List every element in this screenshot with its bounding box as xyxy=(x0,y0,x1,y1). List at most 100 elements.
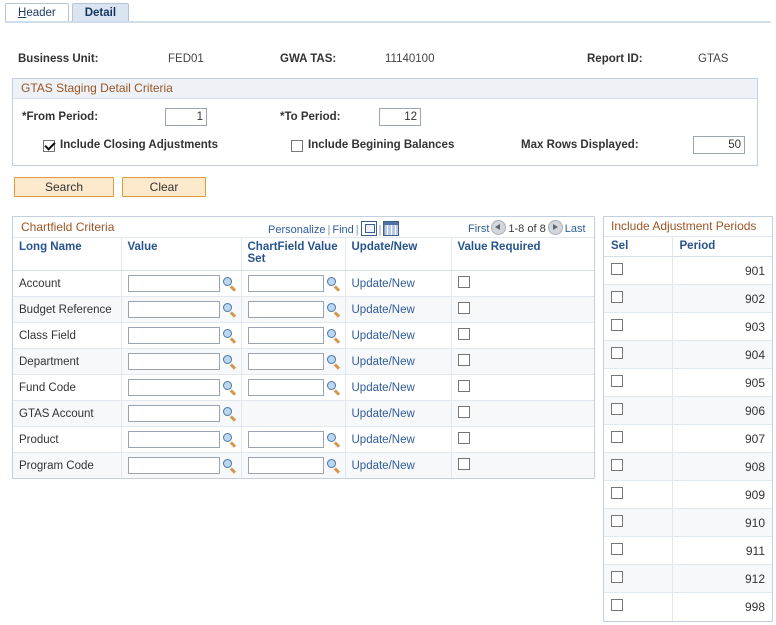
lookup-icon[interactable] xyxy=(222,380,237,395)
cell-value xyxy=(121,296,242,323)
period-select-checkbox[interactable] xyxy=(611,515,623,527)
value-set-input[interactable] xyxy=(247,353,324,370)
period-select-checkbox[interactable] xyxy=(611,599,623,612)
update-new-link[interactable]: Update/New xyxy=(352,356,415,368)
lookup-icon[interactable] xyxy=(326,354,341,369)
gwa-tas-value: 11140100 xyxy=(385,53,435,65)
prev-arrow-icon[interactable] xyxy=(491,220,507,235)
value-input[interactable] xyxy=(127,275,220,292)
value-set-input[interactable] xyxy=(247,457,324,474)
include-closing-adjustments-checkbox[interactable] xyxy=(43,140,55,152)
personalize-link[interactable]: Personalize xyxy=(268,224,325,236)
last-link[interactable]: Last xyxy=(565,223,586,235)
value-required-checkbox[interactable] xyxy=(457,432,470,444)
col-chartfield-value-set: ChartField Value Set xyxy=(241,238,346,271)
update-new-link[interactable]: Update/New xyxy=(352,408,415,420)
download-grid-icon[interactable] xyxy=(383,221,400,236)
list-item: 903 xyxy=(604,312,772,341)
period-select-checkbox[interactable] xyxy=(611,403,623,415)
value-required-checkbox[interactable] xyxy=(457,406,470,418)
period-select-checkbox[interactable] xyxy=(611,459,623,471)
value-required-checkbox[interactable] xyxy=(457,276,470,288)
value-set-input[interactable] xyxy=(247,327,324,344)
cell-update-new: Update/New xyxy=(345,400,452,427)
period-select-checkbox[interactable] xyxy=(611,291,623,303)
cell-value xyxy=(121,322,242,349)
value-set-input[interactable] xyxy=(247,431,324,448)
list-item: 998 xyxy=(604,592,772,621)
value-input[interactable] xyxy=(127,405,220,422)
value-input[interactable] xyxy=(127,327,220,344)
update-new-link[interactable]: Update/New xyxy=(352,278,415,290)
cell-long-name: Fund Code xyxy=(13,374,122,401)
period-select-checkbox[interactable] xyxy=(611,431,623,443)
lookup-icon[interactable] xyxy=(326,380,341,395)
period-select-checkbox[interactable] xyxy=(611,543,623,555)
value-required-checkbox[interactable] xyxy=(457,380,470,392)
lookup-icon[interactable] xyxy=(326,432,341,447)
tab-header[interactable]: Header xyxy=(5,3,69,22)
value-set-input[interactable] xyxy=(247,301,324,318)
update-new-link[interactable]: Update/New xyxy=(352,434,415,446)
cell-value-required xyxy=(451,374,594,401)
period-select-checkbox[interactable] xyxy=(611,571,623,583)
to-period-label: *To Period: xyxy=(280,111,341,123)
next-arrow-icon[interactable] xyxy=(547,220,563,235)
lookup-icon[interactable] xyxy=(222,328,237,343)
period-select-checkbox[interactable] xyxy=(611,263,623,275)
period-select-checkbox[interactable] xyxy=(611,375,623,387)
lookup-icon[interactable] xyxy=(222,406,237,421)
value-input[interactable] xyxy=(127,379,220,396)
value-required-checkbox[interactable] xyxy=(457,354,470,366)
value-input[interactable] xyxy=(127,353,220,370)
lookup-icon[interactable] xyxy=(326,458,341,473)
lookup-icon[interactable] xyxy=(222,432,237,447)
period-select-checkbox[interactable] xyxy=(611,319,623,331)
cell-sel xyxy=(604,312,673,341)
lookup-icon[interactable] xyxy=(222,458,237,473)
tab-detail[interactable]: Detail xyxy=(71,3,130,22)
cell-value-required xyxy=(451,270,594,297)
list-item: 910 xyxy=(604,508,772,537)
find-link[interactable]: Find xyxy=(332,224,353,236)
cell-sel xyxy=(604,368,673,397)
lookup-icon[interactable] xyxy=(222,302,237,317)
value-required-checkbox[interactable] xyxy=(457,302,470,314)
col-long-name: Long Name xyxy=(13,238,122,271)
col-sel: Sel xyxy=(604,237,673,257)
tab-underline-rule xyxy=(5,21,771,23)
update-new-link[interactable]: Update/New xyxy=(352,304,415,316)
cell-update-new: Update/New xyxy=(345,348,452,375)
period-select-checkbox[interactable] xyxy=(611,487,623,499)
first-link[interactable]: First xyxy=(468,223,489,235)
lookup-icon[interactable] xyxy=(222,276,237,291)
table-row: Product Update/New xyxy=(13,426,594,453)
lookup-icon[interactable] xyxy=(326,276,341,291)
search-button[interactable]: Search xyxy=(14,177,114,197)
lookup-icon[interactable] xyxy=(326,328,341,343)
value-input[interactable] xyxy=(127,301,220,318)
lookup-icon[interactable] xyxy=(326,302,341,317)
include-closing-adjustments-label: Include Closing Adjustments xyxy=(60,139,219,151)
expand-icon[interactable] xyxy=(360,221,377,236)
lookup-icon[interactable] xyxy=(222,354,237,369)
max-rows-displayed-input[interactable] xyxy=(693,136,745,154)
adjustment-periods-title: Include Adjustment Periods xyxy=(611,219,757,233)
clear-button[interactable]: Clear xyxy=(122,177,206,197)
value-required-checkbox[interactable] xyxy=(457,458,470,470)
update-new-link[interactable]: Update/New xyxy=(352,330,415,342)
value-input[interactable] xyxy=(127,431,220,448)
update-new-link[interactable]: Update/New xyxy=(352,460,415,472)
cell-period: 903 xyxy=(672,312,772,341)
value-set-input[interactable] xyxy=(247,379,324,396)
to-period-input[interactable] xyxy=(379,108,421,126)
from-period-input[interactable] xyxy=(165,108,207,126)
value-required-checkbox[interactable] xyxy=(457,328,470,340)
value-set-input[interactable] xyxy=(247,275,324,292)
update-new-link[interactable]: Update/New xyxy=(352,382,415,394)
value-input[interactable] xyxy=(127,457,220,474)
period-select-checkbox[interactable] xyxy=(611,347,623,359)
cell-value xyxy=(121,374,242,401)
cell-period: 911 xyxy=(672,536,772,565)
include-begining-balances-checkbox[interactable] xyxy=(291,140,303,152)
